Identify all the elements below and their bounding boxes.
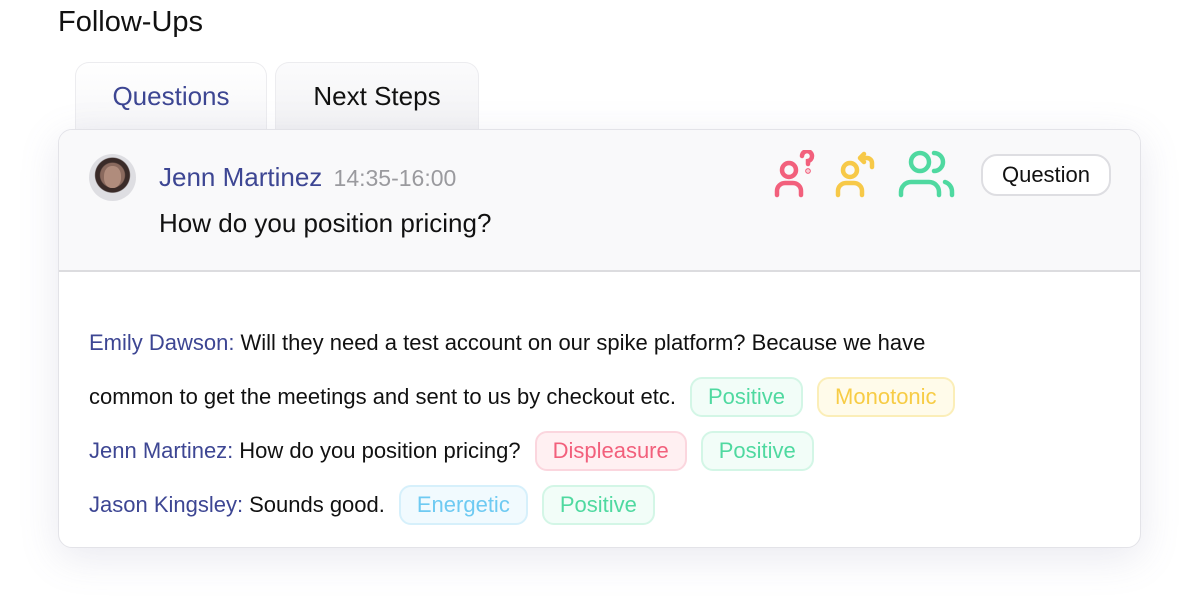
avatar: [89, 154, 136, 201]
speaker-label[interactable]: Jenn Martinez:: [89, 438, 233, 464]
utterance-text: Sounds good.: [249, 492, 385, 517]
follow-up-card: Jenn Martinez 14:35-16:00 How do you pos…: [58, 129, 1141, 548]
sentiment-tag-positive[interactable]: Positive: [700, 431, 814, 471]
transcript-line: Jenn Martinez: How do you position prici…: [89, 424, 1110, 478]
time-range: 14:35-16:00: [333, 165, 457, 191]
speaker-name[interactable]: Jenn Martinez: [159, 162, 322, 192]
transcript: Emily Dawson: Will they need a test acco…: [59, 272, 1140, 532]
question-text: How do you position pricing?: [159, 208, 492, 238]
utterance-text: How do you position pricing?: [239, 438, 521, 463]
speaker-label[interactable]: Emily Dawson:: [89, 330, 234, 356]
action-icons: [774, 150, 956, 200]
section-title: Follow-Ups: [58, 6, 204, 38]
sentiment-tag-monotonic[interactable]: Monotonic: [817, 377, 955, 417]
question-type-badge[interactable]: Question: [981, 154, 1111, 196]
users-group-icon[interactable]: [898, 150, 956, 200]
utterance-text: common to get the meetings and sent to u…: [89, 384, 676, 409]
user-question-icon[interactable]: [774, 150, 816, 200]
sentiment-tag-positive[interactable]: Positive: [690, 377, 804, 417]
tab-next-steps[interactable]: Next Steps: [275, 62, 479, 130]
tab-questions[interactable]: Questions: [75, 62, 267, 130]
sentiment-tag-displeasure[interactable]: Displeasure: [534, 431, 687, 471]
transcript-line: common to get the meetings and sent to u…: [89, 370, 1110, 424]
question-header: Jenn Martinez 14:35-16:00 How do you pos…: [59, 130, 1140, 272]
speaker-label[interactable]: Jason Kingsley:: [89, 492, 243, 518]
sentiment-tag-energetic[interactable]: Energetic: [398, 485, 528, 525]
user-reply-icon[interactable]: [835, 150, 879, 200]
transcript-line: Emily Dawson: Will they need a test acco…: [89, 316, 1110, 370]
transcript-line: Jason Kingsley: Sounds good. Energetic P…: [89, 478, 1110, 532]
tab-bar: Questions Next Steps: [75, 62, 479, 130]
sentiment-tag-positive[interactable]: Positive: [541, 485, 655, 525]
utterance-text: Will they need a test account on our spi…: [240, 330, 926, 355]
